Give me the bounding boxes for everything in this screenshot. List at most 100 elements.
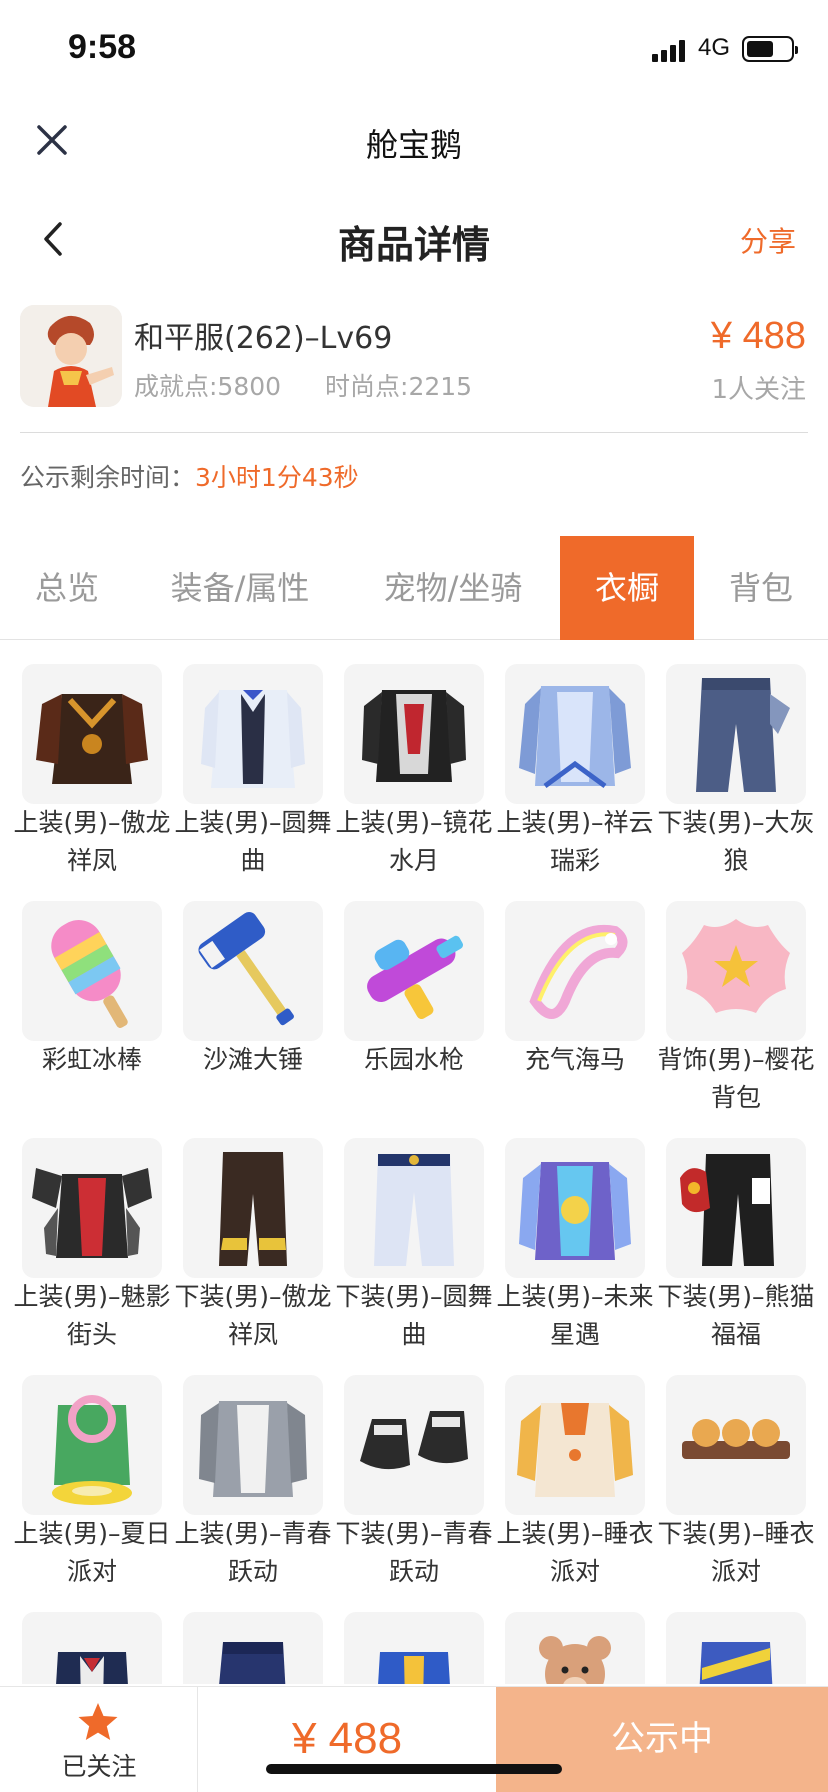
wardrobe-item[interactable]: 背饰(男)–樱花背包 xyxy=(657,901,827,1121)
pajama-slippers-icon xyxy=(666,1375,806,1515)
panda-pants-icon xyxy=(666,1138,806,1278)
wardrobe-item[interactable]: 上装(男)–未来星遇 xyxy=(496,1138,666,1358)
follow-button[interactable]: 已关注 xyxy=(0,1687,198,1792)
wardrobe-item-label: 上装(男)–祥云瑞彩 xyxy=(496,808,654,875)
wardrobe-item-label: 背饰(男)–樱花背包 xyxy=(657,1045,815,1112)
achievement-points: 成就点:5800 xyxy=(134,372,282,401)
waltz-suit-top-icon xyxy=(183,664,323,804)
dragon-outfit-top-icon xyxy=(22,664,162,804)
summer-party-top-icon xyxy=(22,1375,162,1515)
wardrobe-item[interactable]: 充气海马 xyxy=(505,901,666,1121)
wardrobe-item-label: 下装(男)–睡衣派对 xyxy=(657,1519,815,1586)
wardrobe-item[interactable]: 上装(男)–傲龙祥凤 xyxy=(13,664,183,884)
pajama-top-icon xyxy=(505,1375,645,1515)
wardrobe-item[interactable]: 下装(男)–睡衣派对 xyxy=(657,1375,827,1595)
wardrobe-item-label: 上装(男)–镜花水月 xyxy=(335,808,493,875)
navy-pants-icon xyxy=(183,1612,323,1684)
wardrobe-item-label: 上装(男)–夏日派对 xyxy=(13,1519,171,1586)
sakura-backpack-icon xyxy=(666,901,806,1041)
wardrobe-item[interactable]: 下装(男)–圆舞曲 xyxy=(335,1138,505,1358)
wardrobe-item-label: 下装(男)–大灰狼 xyxy=(657,808,815,875)
beach-hammer-icon xyxy=(183,901,323,1041)
status-time: 9:58 xyxy=(68,28,137,66)
wardrobe-item-label: 彩虹冰棒 xyxy=(41,1045,142,1074)
tab-equipment[interactable]: 装备/属性 xyxy=(134,536,346,640)
wardrobe-item[interactable]: 下装(男)–大灰狼 xyxy=(657,664,827,884)
product-price: ¥ 488 xyxy=(710,315,806,357)
wardrobe-item-label: 下装(男)–青春跃动 xyxy=(335,1519,493,1586)
wardrobe-item-label: 沙滩大锤 xyxy=(202,1045,303,1074)
rainbow-popsicle-icon xyxy=(22,901,162,1041)
navy-suit-icon xyxy=(22,1612,162,1684)
auspicious-cloud-top-icon xyxy=(505,664,645,804)
status-bar: 9:58 4G xyxy=(0,0,828,100)
bottom-action-bar: 已关注 ¥ 488 公示中 xyxy=(0,1686,828,1792)
wardrobe-item[interactable]: 上装(男)–祥云瑞彩 xyxy=(496,664,666,884)
wardrobe-item[interactable] xyxy=(666,1612,827,1684)
wardrobe-item[interactable]: P xyxy=(344,1612,505,1684)
countdown-label: 公示剩余时间： xyxy=(20,463,196,492)
signal-icon xyxy=(652,38,688,62)
bottom-price: ¥ 488 xyxy=(291,1714,403,1763)
wardrobe-item[interactable]: 下装(男)–青春跃动 xyxy=(335,1375,505,1595)
wardrobe-item[interactable] xyxy=(505,1612,666,1684)
wardrobe-item-label: 上装(男)–青春跃动 xyxy=(174,1519,332,1586)
wardrobe-item-label: 上装(男)–圆舞曲 xyxy=(174,808,332,875)
wardrobe-item-label: 充气海马 xyxy=(524,1045,625,1074)
wardrobe-item[interactable]: 下装(男)–熊猫福福 xyxy=(657,1138,827,1358)
wardrobe-item[interactable] xyxy=(183,1612,344,1684)
wardrobe-item-label: 下装(男)–圆舞曲 xyxy=(335,1282,493,1349)
wardrobe-grid: 上装(男)–傲龙祥凤 上装(男)–圆舞曲 上装(男)–镜花水月 上装(男)–祥云瑞彩下… xyxy=(0,664,828,1684)
app-bar: 舱宝鹅 xyxy=(0,100,828,182)
tab-wardrobe[interactable]: 衣橱 xyxy=(560,536,694,640)
wardrobe-item[interactable]: 上装(男)–睡衣派对 xyxy=(496,1375,666,1595)
product-summary: 和平服(262)–Lv69 成就点:5800 时尚点:2215 ¥ 488 1人关… xyxy=(20,305,808,433)
wardrobe-item-label: 上装(男)–魅影街头 xyxy=(13,1282,171,1349)
tab-overview[interactable]: 总览 xyxy=(0,536,134,640)
tab-backpack[interactable]: 背包 xyxy=(694,536,828,640)
follow-label: 已关注 xyxy=(61,1752,137,1781)
wardrobe-item[interactable] xyxy=(22,1612,183,1684)
wardrobe-item[interactable]: 沙滩大锤 xyxy=(183,901,344,1121)
youth-top-icon xyxy=(183,1375,323,1515)
tab-pets[interactable]: 宠物/坐骑 xyxy=(346,536,560,640)
tab-bar: 总览 装备/属性 宠物/坐骑 衣橱 背包 xyxy=(0,536,828,640)
network-type: 4G xyxy=(698,34,731,61)
wardrobe-item[interactable]: 上装(男)–魅影街头 xyxy=(13,1138,183,1358)
wardrobe-item[interactable]: 下装(男)–傲龙祥凤 xyxy=(174,1138,344,1358)
nav-bar: 商品详情 分享 xyxy=(0,196,828,286)
product-name: 和平服(262)–Lv69 xyxy=(134,321,393,356)
wardrobe-item[interactable]: 上装(男)–青春跃动 xyxy=(174,1375,344,1595)
wardrobe-item[interactable]: 上装(男)–圆舞曲 xyxy=(174,664,344,884)
yellow-belt-pants-icon xyxy=(666,1612,806,1684)
wardrobe-item-label: 乐园水枪 xyxy=(363,1045,464,1074)
fashion-points: 时尚点:2215 xyxy=(325,372,473,401)
wardrobe-item[interactable]: 上装(男)–夏日派对 xyxy=(13,1375,183,1595)
wardrobe-item-label: 下装(男)–傲龙祥凤 xyxy=(174,1282,332,1349)
varsity-jacket-icon: P xyxy=(344,1612,484,1684)
wardrobe-item-label: 上装(男)–傲龙祥凤 xyxy=(13,808,171,875)
wardrobe-item[interactable]: 彩虹冰棒 xyxy=(22,901,183,1121)
wardrobe-item-label: 上装(男)–未来星遇 xyxy=(496,1282,654,1349)
follower-count: 1人关注 xyxy=(711,375,806,405)
wardrobe-item[interactable]: 乐园水枪 xyxy=(344,901,505,1121)
product-stats: 成就点:5800 时尚点:2215 xyxy=(134,367,472,403)
countdown-value: 3小时1分43秒 xyxy=(195,463,359,492)
wardrobe-item-label: 下装(男)–熊猫福福 xyxy=(657,1282,815,1349)
teddy-bear-icon xyxy=(505,1612,645,1684)
divider xyxy=(20,432,808,433)
star-icon xyxy=(76,1701,120,1743)
status-button[interactable]: 公示中 xyxy=(496,1687,828,1792)
character-avatar xyxy=(20,305,122,407)
phantom-street-top-icon xyxy=(22,1138,162,1278)
grey-wolf-pants-icon xyxy=(666,664,806,804)
future-star-top-icon xyxy=(505,1138,645,1278)
wardrobe-item-label: 上装(男)–睡衣派对 xyxy=(496,1519,654,1586)
wardrobe-item[interactable]: 上装(男)–镜花水月 xyxy=(335,664,505,884)
dragon-pants-icon xyxy=(183,1138,323,1278)
publicity-countdown: 公示剩余时间：3小时1分43秒 xyxy=(20,458,359,494)
waltz-pants-icon xyxy=(344,1138,484,1278)
share-button[interactable]: 分享 xyxy=(740,220,796,260)
page-title: 商品详情 xyxy=(337,223,490,267)
mirror-flower-top-icon xyxy=(344,664,484,804)
